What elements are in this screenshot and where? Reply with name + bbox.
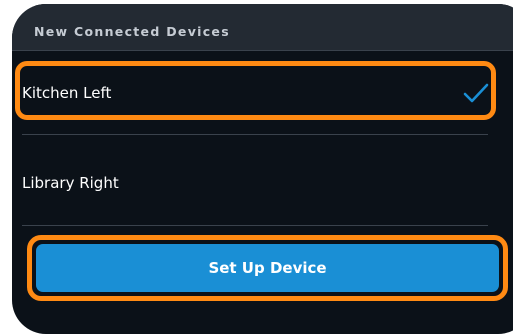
section-title: New Connected Devices [34, 24, 230, 39]
focus-highlight-kitchen-left [15, 61, 496, 120]
list-divider [22, 225, 488, 226]
focus-highlight-setup-button [27, 235, 508, 301]
list-divider [22, 134, 488, 135]
device-label: Library Right [22, 174, 119, 192]
section-header: New Connected Devices [12, 4, 513, 51]
device-list-item-library-right[interactable]: Library Right [22, 152, 513, 214]
